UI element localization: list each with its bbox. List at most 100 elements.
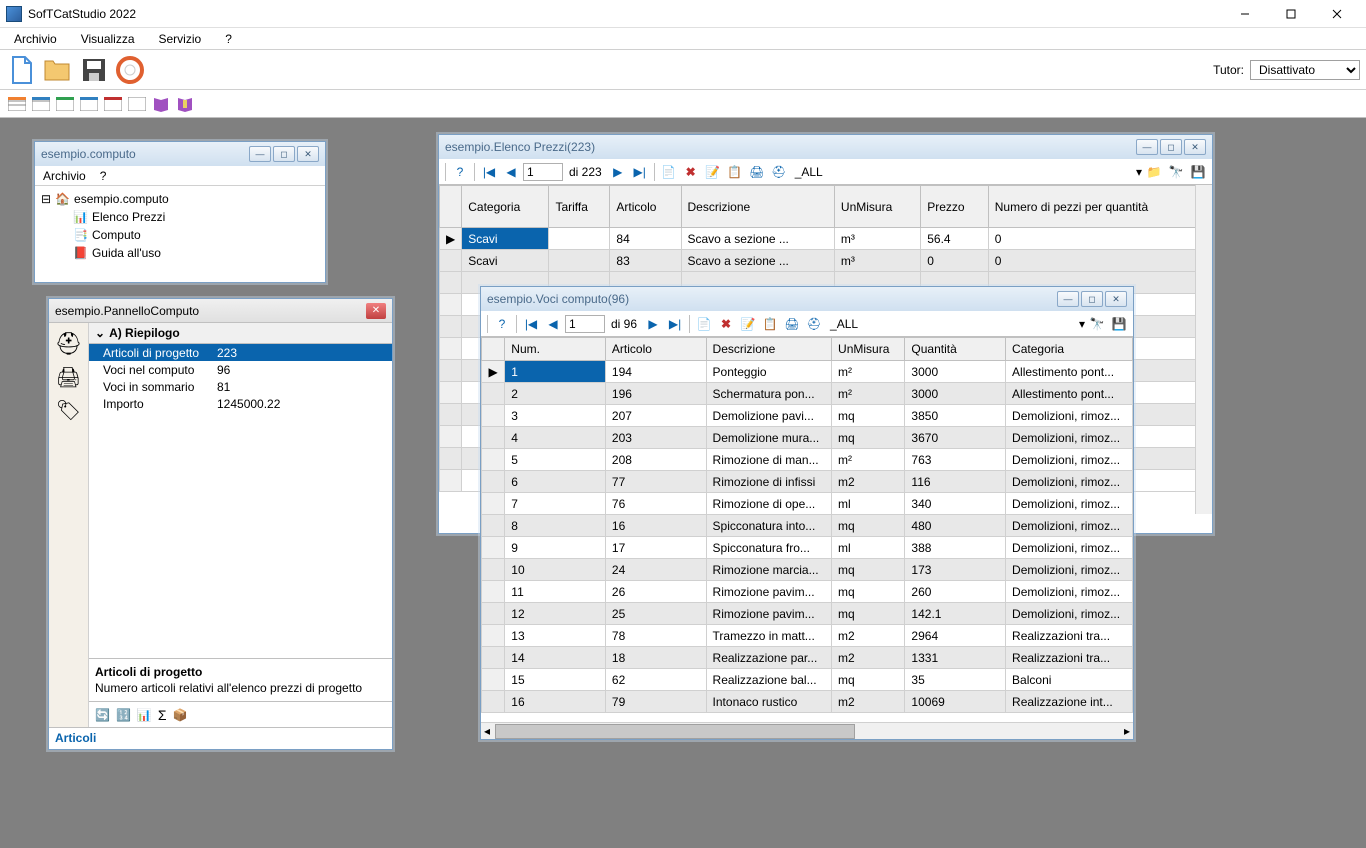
- elenco-prev-button[interactable]: ◀: [501, 162, 521, 182]
- grid2-icon[interactable]: [30, 93, 52, 115]
- riepilogo-row[interactable]: Voci nel computo96: [89, 361, 392, 378]
- riepilogo-row[interactable]: Voci in sommario81: [89, 378, 392, 395]
- grid6-icon[interactable]: [126, 93, 148, 115]
- voci-dropdown-icon[interactable]: ▾: [1079, 317, 1085, 331]
- voci-lifebuoy-icon[interactable]: ⛑: [804, 314, 824, 334]
- maximize-button[interactable]: [1268, 0, 1314, 28]
- elenco-new-icon[interactable]: 📄: [659, 162, 679, 182]
- voci-prev-button[interactable]: ◀: [543, 314, 563, 334]
- voci-maximize-button[interactable]: ◻: [1081, 291, 1103, 307]
- tree-guida[interactable]: 📕Guida all'uso: [41, 244, 319, 262]
- elenco-filter-label[interactable]: _ALL: [791, 165, 827, 179]
- voci-copy-icon[interactable]: 📋: [760, 314, 780, 334]
- elenco-lifebuoy-icon[interactable]: ⛑: [769, 162, 789, 182]
- computo-titlebar[interactable]: esempio.computo — ◻ ✕: [35, 142, 325, 166]
- elenco-position-input[interactable]: [523, 163, 563, 181]
- menu-archivio[interactable]: Archivio: [10, 30, 61, 48]
- table-row[interactable]: 776Rimozione di ope...ml340Demolizioni, …: [482, 493, 1133, 515]
- close-button[interactable]: [1314, 0, 1360, 28]
- table-row[interactable]: 677Rimozione di infissim2116Demolizioni,…: [482, 471, 1133, 493]
- table-row[interactable]: ▶1194Ponteggiom²3000Allestimento pont...: [482, 361, 1133, 383]
- voci-last-button[interactable]: ▶|: [665, 314, 685, 334]
- voci-position-input[interactable]: [565, 315, 605, 333]
- voci-first-button[interactable]: |◀: [521, 314, 541, 334]
- table-row[interactable]: 917Spicconatura fro...ml388Demolizioni, …: [482, 537, 1133, 559]
- computo-maximize-button[interactable]: ◻: [273, 146, 295, 162]
- elenco-edit-icon[interactable]: 📝: [703, 162, 723, 182]
- voci-print-icon[interactable]: 🖨: [782, 314, 802, 334]
- pannello-export-icon[interactable]: 🏷: [56, 398, 81, 423]
- elenco-maximize-button[interactable]: ◻: [1160, 139, 1182, 155]
- column-header[interactable]: Descrizione: [681, 186, 834, 228]
- column-header[interactable]: Quantità: [905, 338, 1006, 361]
- column-header[interactable]: Num.: [505, 338, 606, 361]
- voci-close-button[interactable]: ✕: [1105, 291, 1127, 307]
- refresh-icon[interactable]: 🔄: [95, 708, 110, 722]
- voci-help-button[interactable]: ?: [492, 314, 512, 334]
- elenco-minimize-button[interactable]: —: [1136, 139, 1158, 155]
- voci-next-button[interactable]: ▶: [643, 314, 663, 334]
- table-row[interactable]: 5208Rimozione di man...m²763Demolizioni,…: [482, 449, 1133, 471]
- table-row[interactable]: 1126Rimozione pavim...mq260Demolizioni, …: [482, 581, 1133, 603]
- help-lifebuoy-icon[interactable]: [114, 54, 146, 86]
- elenco-help-button[interactable]: ?: [450, 162, 470, 182]
- voci-grid[interactable]: Num.ArticoloDescrizioneUnMisuraQuantitàC…: [481, 337, 1133, 739]
- table-row[interactable]: 2196Schermatura pon...m²3000Allestimento…: [482, 383, 1133, 405]
- column-header[interactable]: Numero di pezzi per quantità: [988, 186, 1211, 228]
- elenco-delete-icon[interactable]: ✖: [681, 162, 701, 182]
- menu-help[interactable]: ?: [221, 30, 236, 48]
- elenco-folder-icon[interactable]: 📁: [1144, 162, 1164, 182]
- tutor-select[interactable]: Disattivato: [1250, 60, 1360, 80]
- riepilogo-header[interactable]: ⌄A) Riepilogo: [89, 323, 392, 344]
- voci-minimize-button[interactable]: —: [1057, 291, 1079, 307]
- tree-elenco-prezzi[interactable]: 📊Elenco Prezzi: [41, 208, 319, 226]
- pannello-print-icon[interactable]: 🖨: [56, 365, 81, 390]
- elenco-first-button[interactable]: |◀: [479, 162, 499, 182]
- table-row[interactable]: 1024Rimozione marcia...mq173Demolizioni,…: [482, 559, 1133, 581]
- package-icon[interactable]: 📦: [173, 708, 188, 722]
- elenco-titlebar[interactable]: esempio.Elenco Prezzi(223) — ◻ ✕: [439, 135, 1212, 159]
- table-row[interactable]: 816Spicconatura into...mq480Demolizioni,…: [482, 515, 1133, 537]
- table-row[interactable]: 1418Realizzazione par...m21331Realizzazi…: [482, 647, 1133, 669]
- table-row[interactable]: ▶Scavi84Scavo a sezione ...m³56.40: [440, 228, 1212, 250]
- column-header[interactable]: Categoria: [1006, 338, 1133, 361]
- book-purple-icon[interactable]: [150, 93, 172, 115]
- menu-servizio[interactable]: Servizio: [155, 30, 206, 48]
- voci-binoculars-icon[interactable]: 🔭: [1087, 314, 1107, 334]
- computo-close-button[interactable]: ✕: [297, 146, 319, 162]
- voci-titlebar[interactable]: esempio.Voci computo(96) — ◻ ✕: [481, 287, 1133, 311]
- column-header[interactable]: Prezzo: [921, 186, 989, 228]
- computo-menu-archivio[interactable]: Archivio: [43, 169, 86, 183]
- column-header[interactable]: UnMisura: [832, 338, 905, 361]
- elenco-print-icon[interactable]: 🖨: [747, 162, 767, 182]
- table-row[interactable]: 1679Intonaco rusticom210069Realizzazione…: [482, 691, 1133, 713]
- column-header[interactable]: Articolo: [605, 338, 706, 361]
- elenco-vscrollbar[interactable]: [1195, 185, 1212, 514]
- voci-save-icon[interactable]: 💾: [1109, 314, 1129, 334]
- grid3-icon[interactable]: [54, 93, 76, 115]
- riepilogo-row[interactable]: Articoli di progetto223: [89, 344, 392, 361]
- menu-visualizza[interactable]: Visualizza: [77, 30, 139, 48]
- riepilogo-row[interactable]: Importo1245000.22: [89, 395, 392, 412]
- voci-edit-icon[interactable]: 📝: [738, 314, 758, 334]
- voci-filter-label[interactable]: _ALL: [826, 317, 862, 331]
- elenco-save-icon[interactable]: 💾: [1188, 162, 1208, 182]
- grid5-icon[interactable]: [102, 93, 124, 115]
- minimize-button[interactable]: [1222, 0, 1268, 28]
- numbers-icon[interactable]: 🔢: [116, 708, 131, 722]
- table-row[interactable]: 3207Demolizione pavi...mq3850Demolizioni…: [482, 405, 1133, 427]
- pannello-titlebar[interactable]: esempio.PannelloComputo ✕: [49, 299, 392, 323]
- new-file-icon[interactable]: [6, 54, 38, 86]
- book-purple2-icon[interactable]: [174, 93, 196, 115]
- elenco-last-button[interactable]: ▶|: [630, 162, 650, 182]
- column-header[interactable]: Tariffa: [549, 186, 610, 228]
- voci-delete-icon[interactable]: ✖: [716, 314, 736, 334]
- voci-new-icon[interactable]: 📄: [694, 314, 714, 334]
- grid4-icon[interactable]: [78, 93, 100, 115]
- table-row[interactable]: Scavi83Scavo a sezione ...m³00: [440, 250, 1212, 272]
- elenco-dropdown-icon[interactable]: ▾: [1136, 165, 1142, 179]
- table-row[interactable]: 1225Rimozione pavim...mq142.1Demolizioni…: [482, 603, 1133, 625]
- pannello-lifebuoy-icon[interactable]: ⛑: [55, 331, 83, 357]
- grid1-icon[interactable]: [6, 93, 28, 115]
- elenco-next-button[interactable]: ▶: [608, 162, 628, 182]
